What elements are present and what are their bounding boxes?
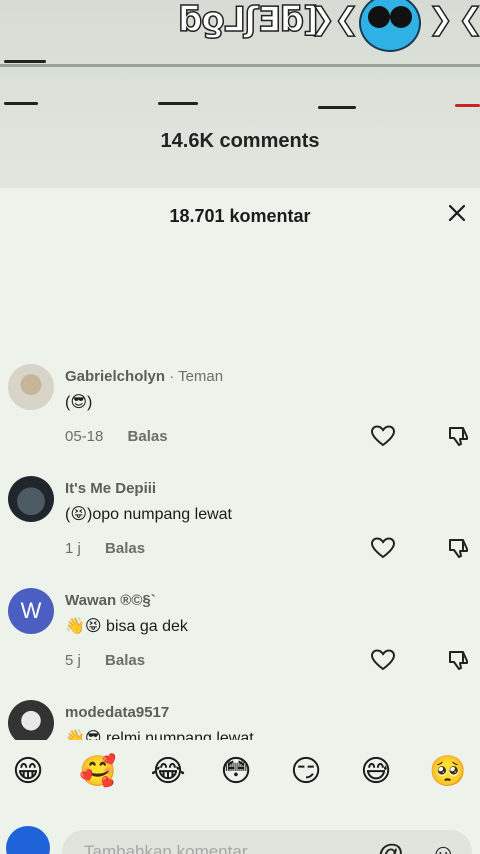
smile-icon[interactable]: ☺ xyxy=(430,838,457,854)
username-text[interactable]: Gabrielcholyn xyxy=(65,368,165,385)
sound-wave-icon: ❮ xyxy=(457,2,480,37)
comments-count-title: 18.701 komentar xyxy=(169,206,311,226)
comment-item: W Wawan ®©§` 👋😝 bisa ga dek 5 j Balas xyxy=(0,588,480,698)
emoji-button[interactable]: 😳 xyxy=(216,752,256,792)
video-background: ƃƍ⅃ʃƎƃ] ❯ ❮ ❯ ❮ 14.6K comments xyxy=(0,0,480,188)
divider xyxy=(0,64,480,67)
comment-text: (😝)opo numpang lewat xyxy=(65,506,232,523)
friend-tag: · Teman xyxy=(169,368,224,385)
username-text[interactable]: Wawan ®©§` xyxy=(65,592,156,609)
comment-text: (😎) xyxy=(65,394,93,411)
decoration-dash xyxy=(158,102,198,105)
comment-date: 5 j xyxy=(65,652,81,669)
heart-icon[interactable] xyxy=(370,536,396,560)
at-icon[interactable]: @ xyxy=(378,838,403,854)
video-comment-count: 14.6K comments xyxy=(160,130,320,152)
video-logo-text: ƃƍ⅃ʃƎƃ] xyxy=(177,0,319,41)
character-face-icon xyxy=(359,0,421,52)
comment-date: 05-18 xyxy=(65,428,104,445)
reply-button[interactable]: Balas xyxy=(105,652,145,669)
comment-meta: 5 j Balas xyxy=(65,652,145,669)
comment-meta: 05-18 Balas xyxy=(65,428,168,445)
comment-date: 1 j xyxy=(65,540,81,557)
emoji-button[interactable]: 😅 xyxy=(356,752,396,792)
sound-wave-icon: ❯ xyxy=(309,2,336,37)
dislike-icon[interactable] xyxy=(447,648,471,672)
decoration-dash xyxy=(4,102,38,105)
emoji-button[interactable]: 😏 xyxy=(286,752,326,792)
decoration-dash xyxy=(455,104,480,107)
avatar[interactable] xyxy=(8,364,54,410)
comment-text: 👋😝 bisa ga dek xyxy=(65,618,188,635)
username-text[interactable]: It's Me Depiii xyxy=(65,480,156,497)
emoji-button[interactable]: 😁 xyxy=(8,752,48,792)
emoji-button[interactable]: 🥰 xyxy=(78,752,118,792)
heart-icon[interactable] xyxy=(370,648,396,672)
reply-button[interactable]: Balas xyxy=(105,540,145,557)
decoration-dash xyxy=(318,106,356,109)
heart-icon[interactable] xyxy=(370,424,396,448)
comment-username[interactable]: Wawan ®©§` xyxy=(65,592,156,609)
comment-username[interactable]: modedata9517 xyxy=(65,704,169,721)
avatar[interactable] xyxy=(8,476,54,522)
reply-button[interactable]: Balas xyxy=(128,428,168,445)
sound-wave-icon: ❮ xyxy=(333,2,360,37)
sound-wave-icon: ❯ xyxy=(427,2,454,37)
comment-meta: 1 j Balas xyxy=(65,540,145,557)
emoji-button[interactable]: 🥺 xyxy=(428,752,468,792)
comment-username[interactable]: Gabrielcholyn · Teman xyxy=(65,368,223,385)
dislike-icon[interactable] xyxy=(447,536,471,560)
username-text[interactable]: modedata9517 xyxy=(65,704,169,721)
comment-item: It's Me Depiii (😝)opo numpang lewat 1 j … xyxy=(0,476,480,586)
close-icon[interactable] xyxy=(446,202,468,224)
user-avatar xyxy=(6,826,50,854)
decoration-dash xyxy=(4,60,46,63)
emoji-button[interactable]: 😂 xyxy=(148,752,188,792)
emoji-quick-bar: 😁 🥰 😂 😳 😏 😅 🥺 xyxy=(0,740,480,804)
comment-username[interactable]: It's Me Depiii xyxy=(65,480,156,497)
dislike-icon[interactable] xyxy=(447,424,471,448)
comment-item: Gabrielcholyn · Teman (😎) 05-18 Balas xyxy=(0,364,480,474)
avatar[interactable]: W xyxy=(8,588,54,634)
comment-input-bar: @ ☺ xyxy=(0,812,480,854)
comment-input[interactable] xyxy=(62,830,472,854)
